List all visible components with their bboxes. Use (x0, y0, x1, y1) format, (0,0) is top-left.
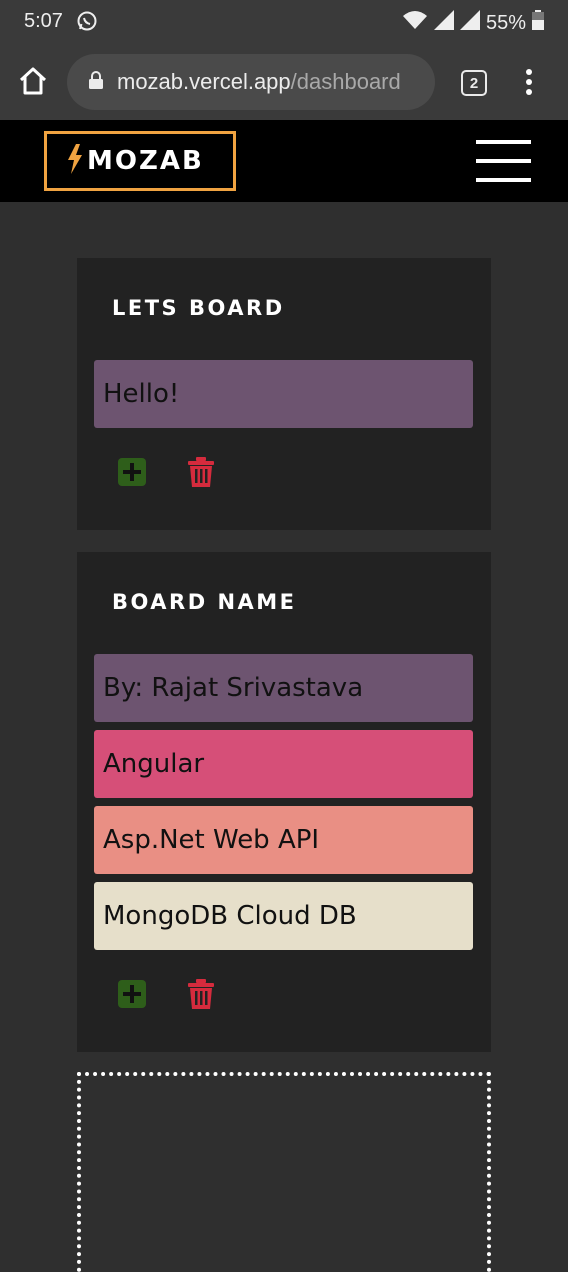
logo-text: MOZAB (87, 146, 204, 176)
delete-board-button[interactable] (188, 457, 214, 491)
board: LETS BOARD Hello! (77, 258, 491, 530)
plus-square-icon (118, 980, 146, 1008)
status-time: 5:07 (24, 10, 63, 32)
plus-square-icon (118, 458, 146, 486)
bolt-icon (67, 144, 83, 178)
url-path: /dashboard (290, 69, 401, 94)
add-card-button[interactable] (118, 458, 146, 490)
signal-icon (459, 10, 480, 36)
battery-percent: 55% (485, 11, 526, 34)
add-card-button[interactable] (118, 980, 146, 1012)
signal-icon (433, 10, 454, 36)
card[interactable]: Angular (94, 730, 473, 798)
delete-board-button[interactable] (188, 979, 214, 1013)
card[interactable]: By: Rajat Srivastava (94, 654, 473, 722)
whatsapp-icon (76, 10, 98, 38)
lock-icon (89, 69, 103, 95)
card[interactable]: Hello! (94, 360, 473, 428)
more-icon[interactable] (525, 69, 533, 99)
url-host: mozab.vercel.app (117, 69, 291, 94)
board-title: BOARD NAME (112, 590, 297, 614)
hamburger-icon[interactable] (476, 140, 531, 182)
browser-toolbar: mozab.vercel.app/dashboard 2 (0, 44, 568, 120)
trash-icon (188, 979, 214, 1009)
battery-icon (532, 10, 544, 36)
card[interactable]: MongoDB Cloud DB (94, 882, 473, 950)
app-header: MOZAB (0, 120, 568, 202)
logo[interactable]: MOZAB (44, 131, 236, 191)
card[interactable]: Asp.Net Web API (94, 806, 473, 874)
tabs-button[interactable]: 2 (461, 70, 487, 96)
status-bar: 5:07 55% (0, 0, 568, 44)
url-bar[interactable]: mozab.vercel.app/dashboard (67, 54, 435, 110)
board-title: LETS BOARD (112, 296, 285, 320)
wifi-icon (402, 10, 428, 36)
new-board-dropzone[interactable] (77, 1072, 491, 1272)
board: BOARD NAME By: Rajat Srivastava Angular … (77, 552, 491, 1052)
trash-icon (188, 457, 214, 487)
home-icon[interactable] (18, 66, 48, 100)
